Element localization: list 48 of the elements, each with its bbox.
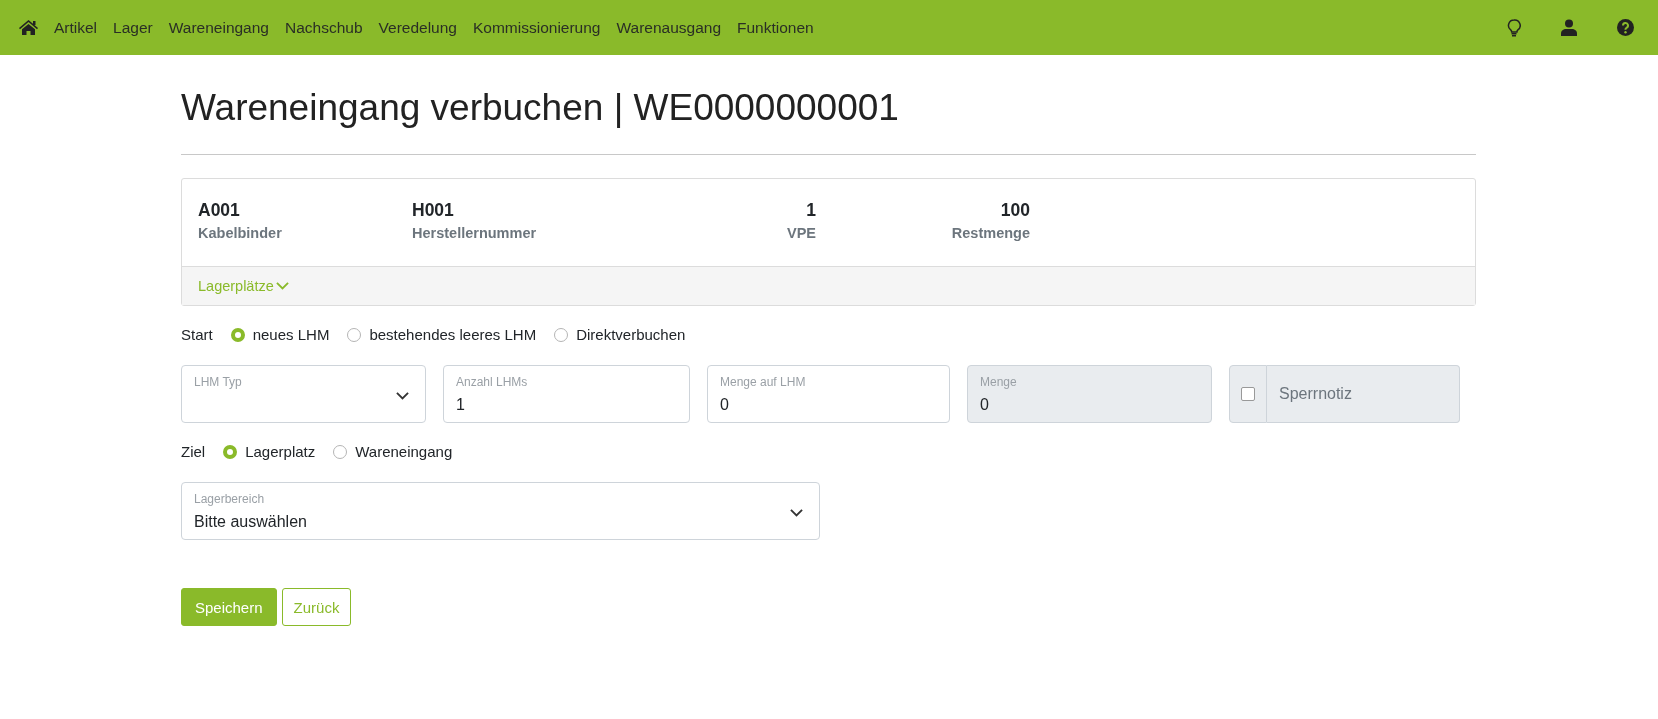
radio-option[interactable]: Lagerplatz <box>223 443 316 460</box>
field-value: Bitte auswählen <box>194 512 307 532</box>
nav-link[interactable]: Wareneingang <box>168 18 269 37</box>
field-value: 1 <box>456 395 465 415</box>
chevron-down-icon <box>790 509 803 517</box>
input-field[interactable]: Menge auf LHM 0 <box>707 365 950 423</box>
article-value: 100 <box>1000 199 1030 222</box>
field-label: Anzahl LHMs <box>456 375 529 390</box>
field-value: 0 <box>980 395 989 415</box>
field-label: Menge auf LHM <box>720 375 807 390</box>
article-label: VPE <box>787 224 816 243</box>
home-icon[interactable] <box>19 20 38 35</box>
radio-button[interactable] <box>333 444 348 459</box>
nav-link[interactable]: Funktionen <box>737 18 814 37</box>
article-value: H001 <box>412 199 455 222</box>
group-label: Start <box>181 326 213 343</box>
chevron-down-icon <box>396 392 409 400</box>
article-label: Herstellernummer <box>412 224 538 243</box>
storage-area-select[interactable]: Lagerbereich Bitte auswählen <box>181 482 820 540</box>
article-value: 1 <box>806 199 816 222</box>
article-label: Restmenge <box>951 224 1030 243</box>
radio-button[interactable] <box>347 327 362 342</box>
nav-link[interactable]: Kommissionierung <box>472 18 601 37</box>
field-label: Lagerbereich <box>194 492 266 507</box>
nav-link[interactable]: Nachschub <box>285 18 363 37</box>
help-icon[interactable] <box>1617 19 1634 36</box>
nav-link[interactable]: Warenausgang <box>616 18 722 37</box>
checkbox[interactable] <box>1241 387 1255 401</box>
input-field[interactable]: Anzahl LHMs 1 <box>443 365 690 423</box>
page-title: Wareneingang verbuchen | WE0000000001 <box>181 86 900 130</box>
field-label: Menge <box>980 375 1018 390</box>
radio-button[interactable] <box>554 327 569 342</box>
radio-option[interactable]: neues LHM <box>230 326 330 343</box>
lightbulb-icon[interactable] <box>1507 18 1521 37</box>
nav-link[interactable]: Lager <box>113 18 153 37</box>
radio-option[interactable]: Wareneingang <box>333 443 453 460</box>
radio-option[interactable]: bestehendes leeres LHM <box>347 326 537 343</box>
article-label: Kabelbinder <box>198 224 283 243</box>
radio-button[interactable] <box>230 327 245 342</box>
user-icon[interactable] <box>1561 19 1577 36</box>
field-value: 0 <box>720 395 729 415</box>
nav-link[interactable]: Veredelung <box>378 18 457 37</box>
field-label: LHM Typ <box>194 375 243 390</box>
article-value: A001 <box>198 199 241 222</box>
radio-option[interactable]: Direktverbuchen <box>554 326 686 343</box>
group-label: Ziel <box>181 443 206 460</box>
radio-button[interactable] <box>223 444 238 459</box>
nav-link[interactable]: Artikel <box>54 18 98 37</box>
